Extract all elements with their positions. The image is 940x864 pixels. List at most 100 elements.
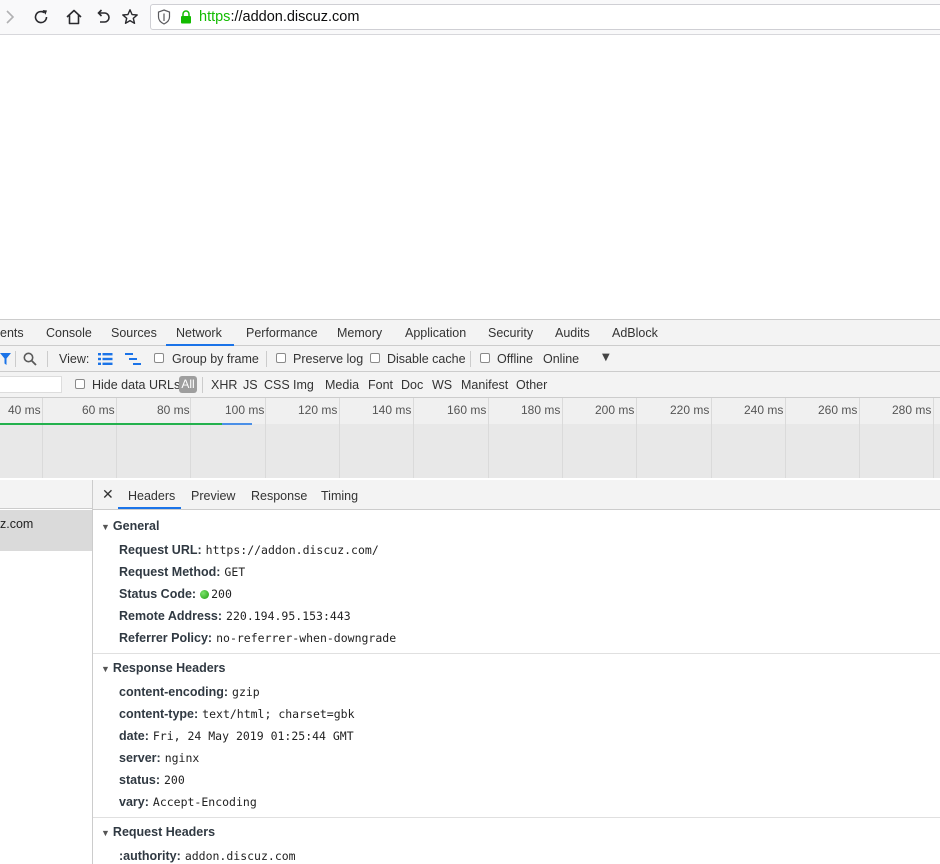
- general-section-toggle[interactable]: ▼ General: [101, 519, 159, 533]
- header-name: Request Method:: [119, 565, 221, 579]
- home-icon[interactable]: [64, 7, 84, 27]
- tab-preview[interactable]: Preview: [191, 489, 235, 503]
- filter-xhr[interactable]: XHR: [211, 378, 237, 392]
- status-ok-icon: [200, 590, 210, 599]
- tick-line: [413, 398, 414, 478]
- preserve-log-checkbox[interactable]: [276, 353, 286, 363]
- tab-application[interactable]: Application: [405, 326, 466, 340]
- disable-cache-checkbox[interactable]: [370, 353, 380, 363]
- request-list: z.com: [0, 480, 93, 864]
- forward-icon[interactable]: [0, 7, 20, 27]
- header-value: Fri, 24 May 2019 01:25:44 GMT: [152, 729, 354, 743]
- header-value: 220.194.95.153:443: [226, 609, 351, 623]
- filter-css[interactable]: CSS: [264, 378, 290, 392]
- tab-sources[interactable]: Sources: [111, 326, 157, 340]
- header-row: server: nginx: [119, 751, 199, 765]
- filter-font[interactable]: Font: [368, 378, 393, 392]
- tick-line: [933, 398, 934, 478]
- tab-adblock[interactable]: AdBlock: [612, 326, 658, 340]
- devtools-tab-bar: ents Console Sources Network Performance…: [0, 319, 940, 346]
- throttling-select[interactable]: Online: [543, 352, 579, 366]
- header-value: gzip: [232, 685, 260, 699]
- detail-tab-bar: ✕ Headers Preview Response Timing: [93, 480, 940, 510]
- tick-label: 200 ms: [595, 403, 635, 417]
- tab-performance[interactable]: Performance: [246, 326, 318, 340]
- bookmark-star-icon[interactable]: [120, 7, 140, 27]
- tab-security[interactable]: Security: [488, 326, 533, 340]
- filter-img[interactable]: Img: [293, 378, 314, 392]
- header-row: content-type: text/html; charset=gbk: [119, 707, 355, 721]
- filter-media[interactable]: Media: [325, 378, 359, 392]
- filter-other[interactable]: Other: [516, 378, 547, 392]
- header-row: Request Method: GET: [119, 565, 245, 579]
- filter-js[interactable]: JS: [243, 378, 258, 392]
- tick-label: 280 ms: [892, 403, 932, 417]
- tick-label: 140 ms: [372, 403, 412, 417]
- preserve-log-label: Preserve log: [293, 352, 364, 366]
- filter-input[interactable]: [0, 376, 62, 393]
- filter-ws[interactable]: WS: [432, 378, 452, 392]
- request-headers-section-title: Request Headers: [112, 825, 216, 839]
- filter-manifest[interactable]: Manifest: [461, 378, 508, 392]
- tick-label: 240 ms: [744, 403, 784, 417]
- header-row: content-encoding: gzip: [119, 685, 260, 699]
- url-host: ://addon.discuz.com: [230, 9, 360, 25]
- group-by-frame-label: Group by frame: [172, 352, 259, 366]
- tab-response[interactable]: Response: [251, 489, 307, 503]
- disable-cache-label: Disable cache: [387, 352, 466, 366]
- filter-bar: Hide data URLs All XHR JS CSS Img Media …: [0, 372, 940, 398]
- request-name: z.com: [0, 517, 34, 531]
- header-row: Status Code: 200: [119, 587, 232, 601]
- tick-line: [785, 398, 786, 478]
- request-row[interactable]: z.com: [0, 510, 92, 551]
- list-view-icon[interactable]: [98, 353, 113, 365]
- search-icon[interactable]: [23, 352, 37, 366]
- header-value: nginx: [164, 751, 200, 765]
- filter-doc[interactable]: Doc: [401, 378, 423, 392]
- header-row: Request URL: https://addon.discuz.com/: [119, 543, 379, 557]
- header-row: Remote Address: 220.194.95.153:443: [119, 609, 351, 623]
- triangle-down-icon: ▼: [101, 522, 110, 532]
- lock-icon[interactable]: [180, 10, 192, 24]
- divider: [202, 377, 203, 393]
- waterfall-view-icon[interactable]: [125, 353, 141, 365]
- response-headers-section-toggle[interactable]: ▼ Response Headers: [101, 661, 225, 675]
- undo-icon[interactable]: [93, 7, 113, 27]
- filter-all-button[interactable]: All: [179, 376, 197, 393]
- tick-label: 220 ms: [670, 403, 710, 417]
- tick-line: [265, 398, 266, 478]
- header-value: 200: [163, 773, 185, 787]
- divider: [15, 351, 16, 367]
- section-divider: [93, 817, 940, 818]
- url-text[interactable]: https://addon.discuz.com: [199, 9, 359, 25]
- offline-label: Offline: [497, 352, 533, 366]
- filter-icon[interactable]: [0, 353, 11, 365]
- offline-checkbox[interactable]: [480, 353, 490, 363]
- address-bar[interactable]: https://addon.discuz.com: [150, 4, 940, 30]
- request-headers-section-toggle[interactable]: ▼ Request Headers: [101, 825, 215, 839]
- header-name: content-encoding:: [119, 685, 229, 699]
- tab-headers[interactable]: Headers: [128, 489, 175, 503]
- chevron-down-icon[interactable]: ▼: [602, 352, 610, 363]
- active-detail-tab-indicator: [118, 507, 181, 509]
- view-label: View:: [59, 352, 90, 366]
- header-row: date: Fri, 24 May 2019 01:25:44 GMT: [119, 729, 354, 743]
- header-name: Referrer Policy:: [119, 631, 213, 645]
- tab-timing[interactable]: Timing: [321, 489, 358, 503]
- timeline-overview[interactable]: 40 ms 60 ms 80 ms 100 ms 120 ms 140 ms 1…: [0, 398, 940, 478]
- page-viewport: [0, 35, 940, 319]
- hide-data-urls-checkbox[interactable]: [75, 379, 85, 389]
- reload-icon[interactable]: [31, 7, 51, 27]
- header-name: content-type:: [119, 707, 199, 721]
- tab-network[interactable]: Network: [176, 326, 222, 340]
- close-icon[interactable]: ✕: [102, 487, 114, 503]
- tab-memory[interactable]: Memory: [337, 326, 382, 340]
- tab-elements[interactable]: ents: [0, 326, 24, 340]
- tab-console[interactable]: Console: [46, 326, 92, 340]
- tab-audits[interactable]: Audits: [555, 326, 590, 340]
- tick-label: 60 ms: [82, 403, 115, 417]
- group-by-frame-checkbox[interactable]: [154, 353, 164, 363]
- header-value: 200: [211, 587, 232, 601]
- tick-line: [42, 398, 43, 478]
- shield-icon[interactable]: [157, 9, 171, 25]
